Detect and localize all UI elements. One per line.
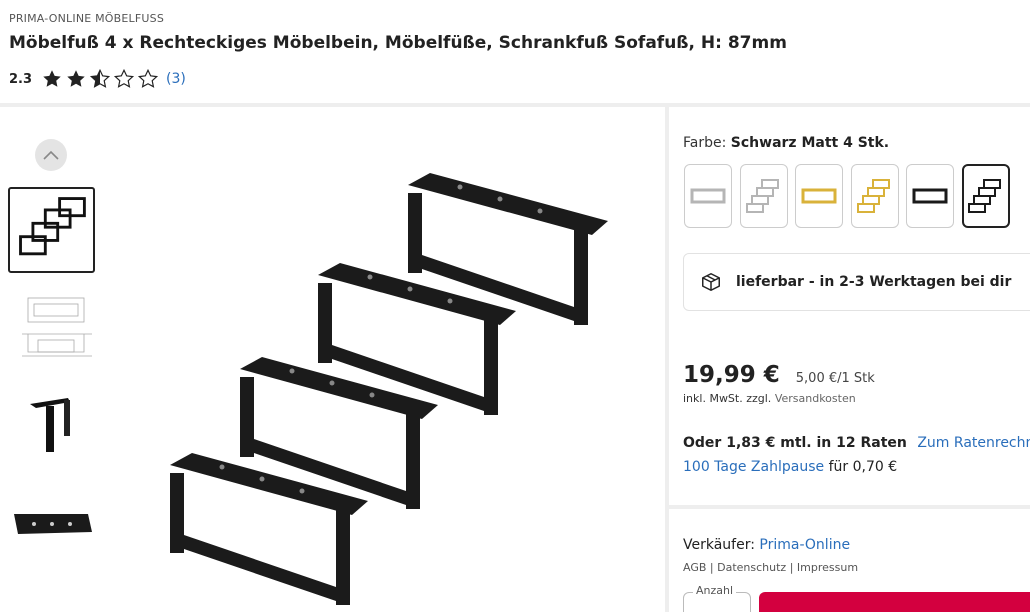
shipping-costs-link[interactable]: Versandkosten [775, 392, 856, 405]
seller-row: Verkäufer: Prima-Online [683, 537, 850, 553]
silver-leg-icon [690, 188, 726, 204]
swatch-silver-set[interactable] [739, 164, 788, 228]
black-set-icon [967, 179, 1001, 213]
main-product-image[interactable] [160, 165, 620, 612]
swatch-silver-single[interactable] [684, 164, 732, 228]
top-view-image [14, 514, 92, 534]
silver-set-icon [745, 179, 779, 213]
column-divider [665, 107, 669, 612]
furniture-legs-image [170, 173, 608, 605]
star-half-icon [89, 68, 111, 88]
thumbnail-four-legs[interactable] [8, 187, 95, 273]
swatch-gold-set[interactable] [850, 164, 899, 228]
thumbnail-top-view[interactable] [8, 478, 95, 564]
black-leg-icon [912, 188, 948, 204]
privacy-link[interactable]: Datenschutz [717, 561, 786, 574]
drawing-image [22, 297, 92, 357]
header-divider [0, 103, 1030, 107]
rating-stars[interactable] [41, 68, 161, 90]
add-to-cart-button[interactable] [759, 592, 1030, 612]
star-full-icon [43, 70, 61, 87]
gold-leg-icon [801, 188, 837, 204]
star-full-icon [67, 70, 85, 87]
quantity-label: Anzahl [693, 584, 737, 597]
finance-row: Oder 1,83 € mtl. in 12 Raten Zum Ratenre… [683, 435, 1030, 451]
legs-image [19, 197, 86, 256]
price-row: 19,99 € 5,00 €/1 Stk [683, 362, 875, 388]
chevron-up-icon [43, 150, 59, 160]
color-label-text: Farbe: [683, 135, 727, 151]
unit-price: 5,00 €/1 Stk [795, 371, 875, 386]
agb-link[interactable]: AGB [683, 561, 706, 574]
delivery-box: lieferbar - in 2-3 Werktagen bei dir [683, 253, 1030, 311]
color-swatches [684, 164, 1017, 228]
gallery-up-button[interactable] [35, 139, 67, 171]
tax-prefix: inkl. MwSt. zzgl. [683, 392, 772, 405]
gold-set-icon [856, 179, 890, 213]
product-title: Möbelfuß 4 x Rechteckiges Möbelbein, Möb… [9, 33, 787, 53]
review-count-link[interactable]: (3) [166, 71, 186, 87]
seller-legal-links: AGB | Datenschutz | Impressum [683, 561, 858, 574]
rate-calculator-link[interactable]: Zum Ratenrechner [917, 435, 1030, 451]
star-empty-icon [113, 68, 135, 88]
imprint-link[interactable]: Impressum [797, 561, 858, 574]
package-icon [702, 273, 720, 291]
swatch-black-single[interactable] [906, 164, 954, 228]
finance-text: Oder 1,83 € mtl. in 12 Raten [683, 435, 907, 451]
selected-color: Schwarz Matt 4 Stk. [730, 135, 890, 151]
seller-divider [669, 505, 1030, 509]
payment-pause-price: für 0,70 € [828, 459, 898, 475]
brand-name[interactable]: PRIMA-ONLINE MÖBELFUSS [9, 12, 164, 25]
star-empty-icon [137, 68, 159, 88]
swatch-black-set[interactable] [961, 164, 1010, 228]
delivery-text: lieferbar - in 2-3 Werktagen bei dir [736, 274, 1012, 290]
payment-pause-link[interactable]: 100 Tage Zahlpause [683, 459, 824, 475]
swatch-gold-single[interactable] [795, 164, 843, 228]
rating-value: 2.3 [9, 71, 33, 87]
seller-label: Verkäufer: [683, 537, 755, 553]
price: 19,99 € [683, 362, 780, 388]
thumbnail-single-leg[interactable] [8, 382, 95, 468]
color-label: Farbe: Schwarz Matt 4 Stk. [683, 135, 889, 151]
payment-pause-row: 100 Tage Zahlpause für 0,70 € [683, 459, 897, 475]
seller-link[interactable]: Prima-Online [759, 537, 850, 553]
thumbnail-drawing[interactable] [8, 290, 95, 376]
single-leg-image [30, 398, 70, 452]
separator: | [709, 561, 714, 574]
tax-info: inkl. MwSt. zzgl. Versandkosten [683, 392, 856, 405]
separator: | [789, 561, 794, 574]
rating-row: 2.3 (3) [9, 68, 186, 90]
